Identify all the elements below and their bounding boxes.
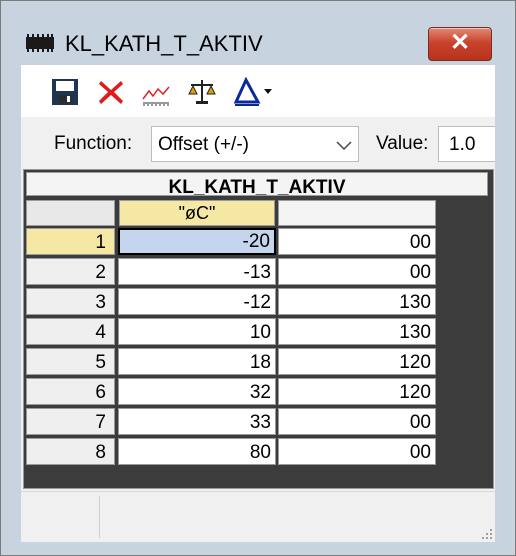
table-cell[interactable]: 00 [278, 438, 436, 465]
client-area: Function: Offset (+/-) Value: 1.0 KL_KAT… [21, 65, 495, 542]
table-cell[interactable]: 00 [278, 408, 436, 435]
window-title: KL_KATH_T_AKTIV [65, 31, 263, 56]
close-button[interactable]: ✕ [428, 27, 492, 61]
table-cell[interactable]: 120 [278, 348, 436, 375]
chip-icon [26, 34, 54, 52]
value-input-text: 1.0 [449, 134, 476, 155]
table-cell[interactable]: 00 [278, 228, 436, 255]
table-cell[interactable]: 33 [118, 408, 276, 435]
table-title: KL_KATH_T_AKTIV [26, 172, 488, 196]
row-header[interactable]: 5 [26, 348, 115, 375]
table-cell[interactable]: 18 [118, 348, 276, 375]
table-cell[interactable]: -20 [118, 228, 276, 255]
status-bar [21, 491, 495, 542]
resize-grip-icon[interactable] [479, 526, 493, 540]
row-header[interactable]: 7 [26, 408, 115, 435]
table-cell[interactable]: 32 [118, 378, 276, 405]
column-header-2[interactable] [278, 200, 436, 226]
function-bar: Function: Offset (+/-) Value: 1.0 [21, 117, 495, 169]
row-header[interactable]: 3 [26, 288, 115, 315]
close-icon: ✕ [449, 29, 471, 56]
table-cell[interactable]: 10 [118, 318, 276, 345]
function-label: Function: [54, 133, 133, 154]
row-header[interactable]: 6 [26, 378, 115, 405]
row-header[interactable]: 8 [26, 438, 115, 465]
value-label: Value: [376, 133, 429, 154]
row-header[interactable]: 4 [26, 318, 115, 345]
corner-cell[interactable] [26, 200, 115, 226]
column-header-1[interactable]: "øC" [119, 200, 275, 226]
row-header[interactable]: 2 [26, 258, 115, 285]
title-bar[interactable]: KL_KATH_T_AKTIV ✕ [1, 1, 515, 63]
balance-icon[interactable] [187, 77, 217, 107]
table-cell[interactable]: 130 [278, 288, 436, 315]
chevron-down-icon [336, 141, 352, 151]
save-icon[interactable] [50, 77, 80, 107]
chart-icon[interactable] [141, 77, 171, 107]
window: KL_KATH_T_AKTIV ✕ Function: Offset (+/-)… [0, 0, 516, 556]
table-cell[interactable]: -12 [118, 288, 276, 315]
value-input[interactable]: 1.0 [438, 126, 495, 162]
data-grid[interactable]: KL_KATH_T_AKTIV "øC" 1 -20 00 2 -13 00 3… [23, 169, 494, 489]
function-select-value: Offset (+/-) [158, 134, 249, 155]
table-cell[interactable]: -13 [118, 258, 276, 285]
function-select[interactable]: Offset (+/-) [151, 126, 359, 162]
table-cell[interactable]: 80 [118, 438, 276, 465]
status-divider [99, 496, 100, 538]
delete-icon[interactable] [96, 77, 126, 107]
table-cell[interactable]: 00 [278, 258, 436, 285]
table-cell[interactable]: 120 [278, 378, 436, 405]
row-header[interactable]: 1 [26, 228, 115, 255]
table-cell[interactable]: 130 [278, 318, 436, 345]
toolbar [21, 65, 495, 117]
triangle-dropdown-icon[interactable] [232, 77, 276, 107]
